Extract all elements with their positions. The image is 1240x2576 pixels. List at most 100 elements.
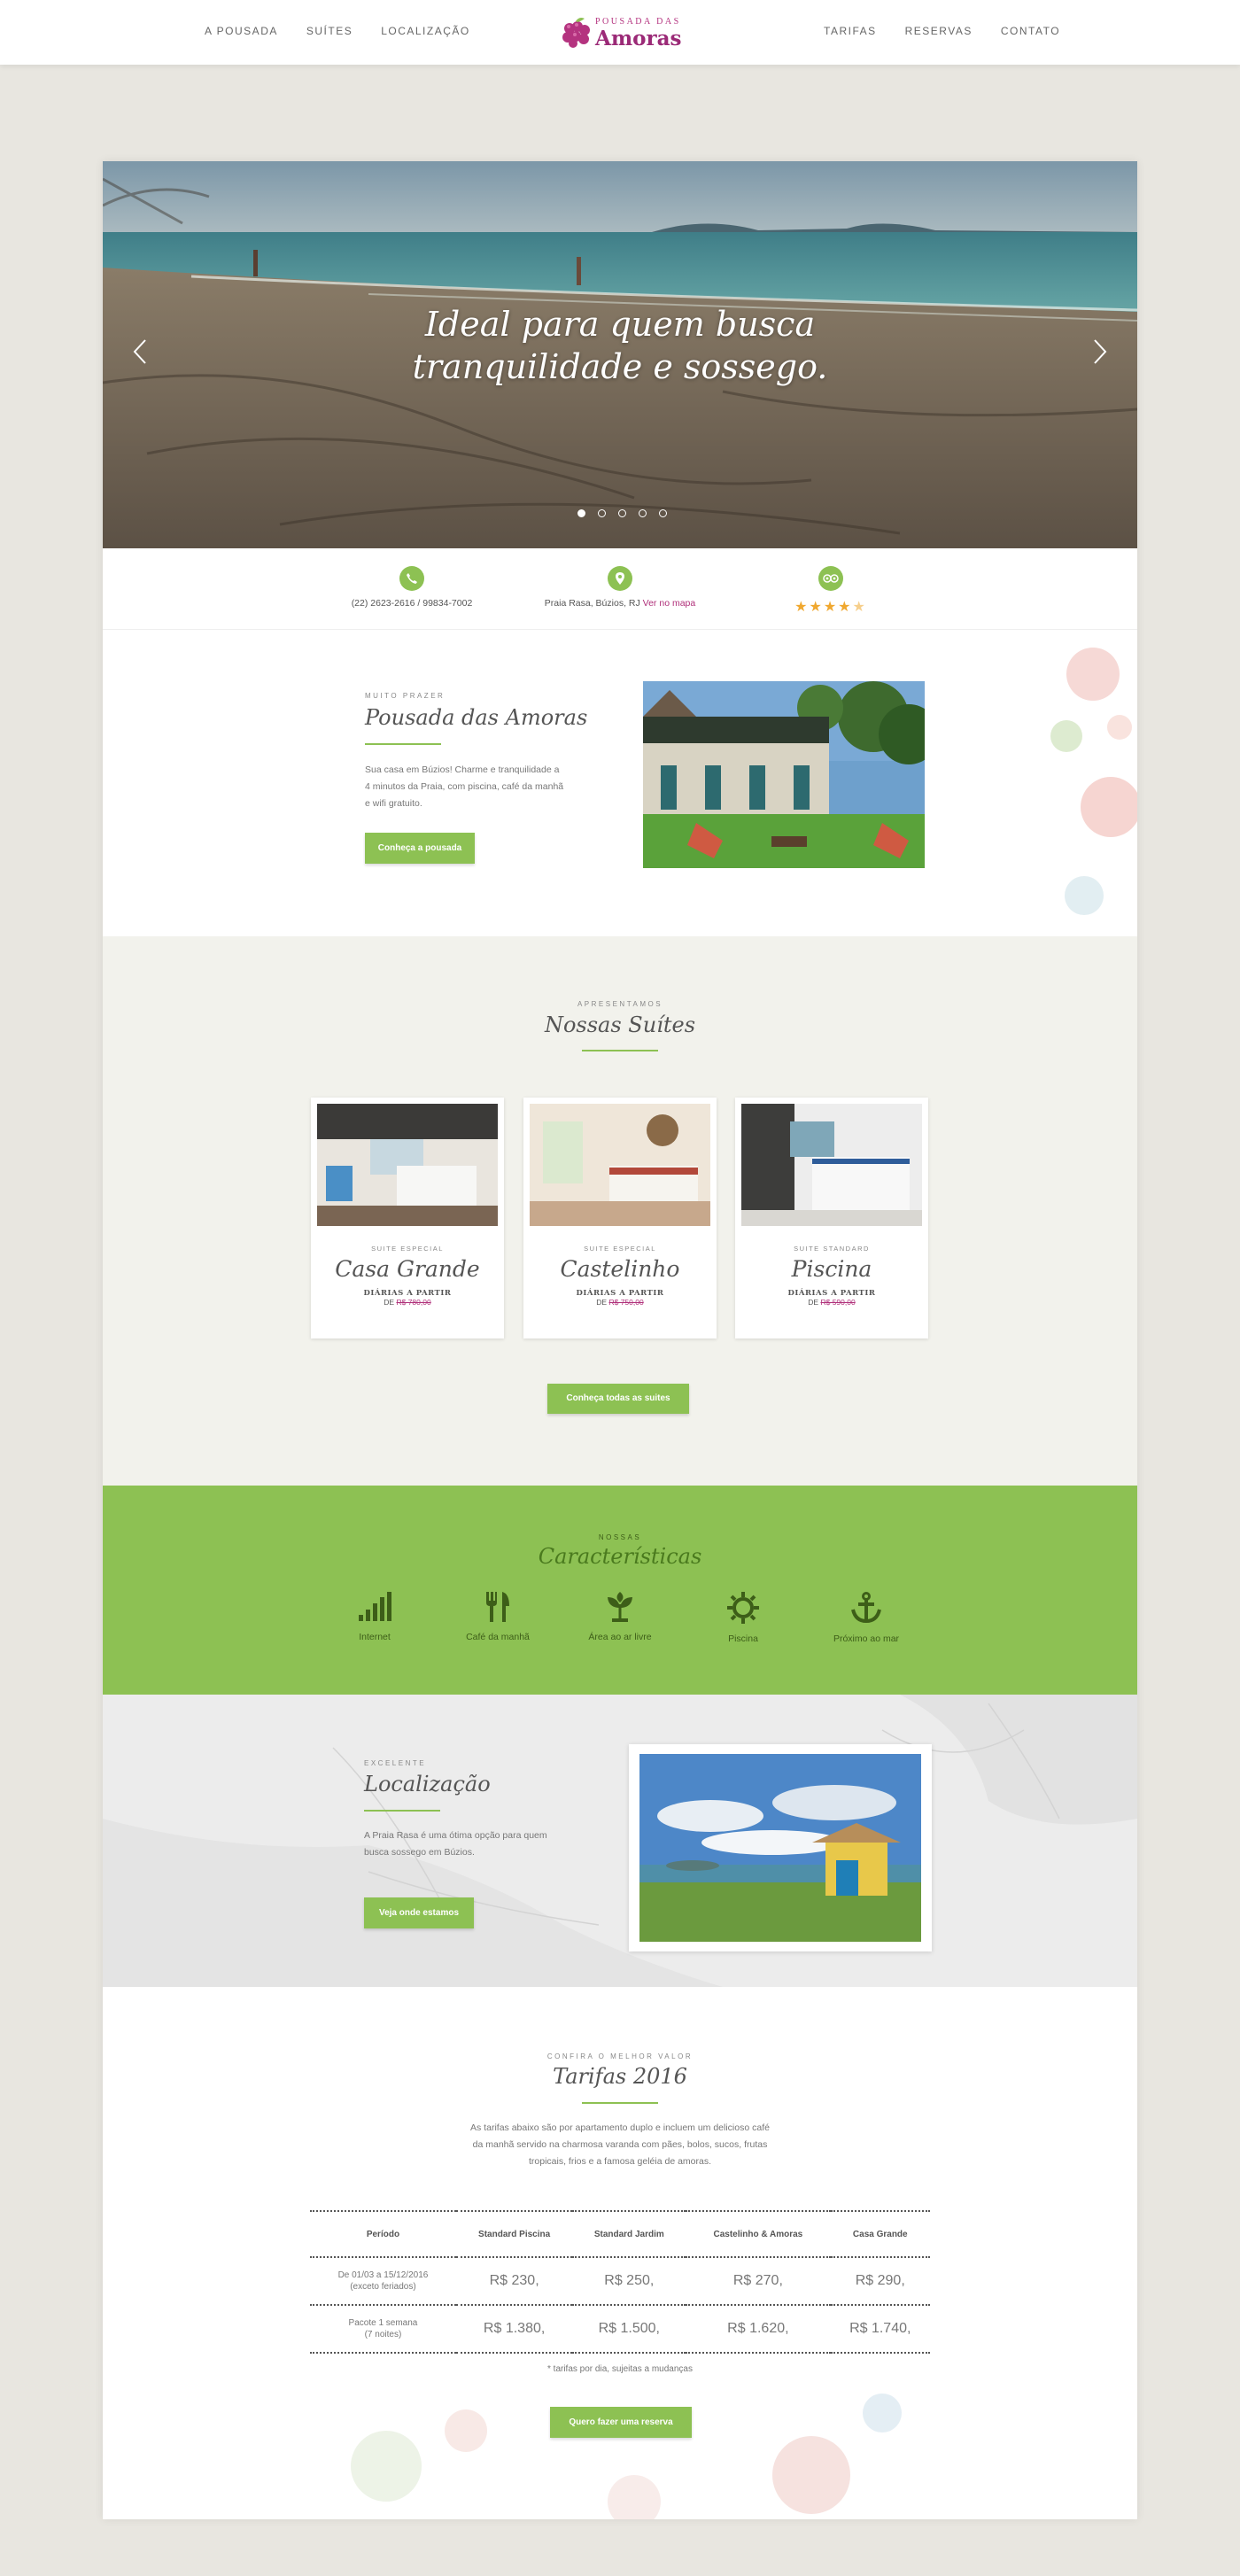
rate-cell: R$ 230,	[455, 2257, 573, 2306]
title-divider	[364, 1810, 440, 1812]
top-navbar: A POUSADA SUÍTES LOCALIZAÇÃO POUSADA DAS…	[0, 0, 1240, 65]
suite-from-label: DIÁRIAS A PARTIR	[787, 1289, 876, 1298]
chevron-right-icon[interactable]	[1089, 338, 1111, 365]
about-button[interactable]: Conheça a pousada	[365, 833, 475, 864]
nav-item-reservas[interactable]: RESERVAS	[905, 25, 973, 37]
rates-table: Período Standard Piscina Standard Jardim…	[310, 2210, 930, 2354]
period-cell: De 01/03 a 15/12/2016 (exceto feriados)	[310, 2257, 456, 2306]
cutlery-icon	[486, 1592, 509, 1622]
floral-footer-decoration	[351, 2394, 902, 2519]
chevron-left-icon[interactable]	[129, 338, 151, 365]
feature-sea: Próximo ao mar	[813, 1592, 919, 1644]
location-photo	[639, 1754, 921, 1942]
about-title: Pousada das Amoras	[365, 705, 588, 730]
feature-label: Próximo ao mar	[833, 1633, 900, 1644]
logo[interactable]: POUSADA DAS Amoras	[560, 14, 684, 51]
suite-card-castelinho[interactable]: SUITE ESPECIAL Castelinho DIÁRIAS A PART…	[523, 1098, 717, 1338]
rates-section: CONFIRA O MELHOR VALOR Tarifas 2016 As t…	[103, 1987, 1137, 2519]
slider-dots	[577, 509, 667, 517]
reservation-button[interactable]: Quero fazer uma reserva	[550, 2407, 692, 2438]
rating-stars: ★★★★★	[794, 600, 867, 615]
table-row: Pacote 1 semana (7 noites) R$ 1.380, R$ 1…	[310, 2305, 930, 2354]
suite-from-label: DIÁRIAS A PARTIR	[363, 1289, 452, 1298]
hero-line-2: tranquilidade e sossego.	[412, 347, 828, 386]
table-row: De 01/03 a 15/12/2016 (exceto feriados) R…	[310, 2257, 930, 2306]
slider-dot-2[interactable]	[598, 509, 606, 517]
rate-cell: R$ 1.620,	[686, 2305, 831, 2354]
hero-line-1: Ideal para quem busca	[424, 305, 816, 344]
suites-title: Nossas Suítes	[544, 1013, 696, 1037]
map-link[interactable]: Ver no mapa	[643, 598, 696, 609]
suites-section: APRESENTAMOS Nossas Suítes SUITE ESPECIA…	[103, 936, 1137, 1486]
info-phone: (22) 2623-2616 / 99834-7002	[297, 566, 527, 609]
page-container: Ideal para quem busca tranquilidade e so…	[103, 161, 1137, 2519]
location-photo-frame	[629, 1744, 932, 1951]
address-text: Praia Rasa, Búzios, RJ	[544, 598, 640, 609]
about-section: MUITO PRAZER Pousada das Amoras Sua casa…	[103, 630, 1137, 936]
about-text: Sua casa em Búzios! Charme e tranquilida…	[365, 764, 564, 809]
title-divider	[582, 2102, 658, 2104]
title-divider	[582, 1050, 658, 1051]
anchor-icon	[851, 1592, 881, 1624]
rate-cell: R$ 290,	[830, 2257, 930, 2306]
rates-intro: As tarifas abaixo são por apartamento du…	[470, 2122, 770, 2167]
features-eyebrow: NOSSAS	[598, 1533, 642, 1541]
map-pin-icon	[608, 566, 632, 591]
rate-cell: R$ 250,	[572, 2257, 686, 2306]
nav-item-tarifas[interactable]: TARIFAS	[824, 25, 877, 37]
suite-type: SUITE ESPECIAL	[584, 1245, 656, 1253]
feature-breakfast: Café da manhã	[445, 1592, 551, 1642]
map-background	[103, 1695, 1137, 1987]
logo-tagline: POUSADA DAS	[595, 17, 681, 27]
rates-title: Tarifas 2016	[553, 2064, 687, 2089]
rates-note: * tarifas por dia, sujeitas a mudanças	[547, 2364, 693, 2374]
rates-eyebrow: CONFIRA O MELHOR VALOR	[546, 2052, 694, 2060]
logo-wordmark: Amoras	[595, 27, 682, 50]
col-header: Castelinho & Amoras	[686, 2210, 831, 2258]
slider-dot-3[interactable]	[618, 509, 626, 517]
location-text: A Praia Rasa é uma ótima opção para quem…	[364, 1830, 547, 1858]
nav-item-pousada[interactable]: A POUSADA	[205, 25, 278, 37]
floral-decoration	[1050, 648, 1137, 915]
signal-icon	[359, 1592, 391, 1621]
feature-internet: Internet	[322, 1592, 428, 1642]
nav-item-suites[interactable]: SUÍTES	[306, 25, 353, 37]
slider-dot-4[interactable]	[639, 509, 647, 517]
col-header: Casa Grande	[830, 2210, 930, 2258]
nav-item-contato[interactable]: CONTATO	[1001, 25, 1060, 37]
tripadvisor-icon[interactable]	[818, 566, 843, 591]
rate-cell: R$ 1.500,	[572, 2305, 686, 2354]
suite-card-casa-grande[interactable]: SUITE ESPECIAL Casa Grande DIÁRIAS A PAR…	[311, 1098, 504, 1338]
feature-label: Área ao ar livre	[588, 1632, 652, 1642]
location-section: EXCELENTE Localização A Praia Rasa é uma…	[103, 1695, 1137, 1987]
location-button[interactable]: Veja onde estamos	[364, 1897, 474, 1928]
location-title: Localização	[364, 1772, 491, 1796]
feature-label: Café da manhã	[466, 1632, 530, 1642]
slider-dot-5[interactable]	[659, 509, 667, 517]
suite-price: DE R$ 780,00	[384, 1298, 431, 1307]
suite-photo	[741, 1104, 922, 1226]
suite-card-piscina[interactable]: SUITE STANDARD Piscina DIÁRIAS A PARTIR …	[735, 1098, 928, 1338]
suite-name: Casa Grande	[335, 1256, 480, 1282]
pousada-photo	[643, 681, 925, 868]
suite-price: DE R$ 590,00	[808, 1298, 856, 1307]
nav-right-group: TARIFAS RESERVAS CONTATO	[824, 25, 1060, 37]
location-eyebrow: EXCELENTE	[364, 1759, 427, 1767]
phone-number[interactable]: (22) 2623-2616 / 99834-7002	[297, 598, 527, 609]
hero-slider: Ideal para quem busca tranquilidade e so…	[103, 161, 1137, 548]
suite-name: Castelinho	[560, 1256, 680, 1282]
plant-icon	[608, 1592, 632, 1622]
feature-outdoor: Área ao ar livre	[567, 1592, 673, 1642]
suite-from-label: DIÁRIAS A PARTIR	[576, 1289, 664, 1298]
sun-icon	[727, 1592, 759, 1624]
info-strip: (22) 2623-2616 / 99834-7002 Praia Rasa, …	[103, 548, 1137, 630]
suite-name: Piscina	[791, 1256, 872, 1282]
feature-pool: Piscina	[690, 1592, 796, 1644]
rate-cell: R$ 270,	[686, 2257, 831, 2306]
slider-dot-1[interactable]	[577, 509, 585, 517]
suite-type: SUITE STANDARD	[794, 1245, 870, 1253]
nav-item-localizacao[interactable]: LOCALIZAÇÃO	[381, 25, 470, 37]
suite-photo	[530, 1104, 710, 1226]
feature-label: Piscina	[728, 1633, 758, 1644]
all-suites-button[interactable]: Conheça todas as suites	[547, 1384, 689, 1414]
